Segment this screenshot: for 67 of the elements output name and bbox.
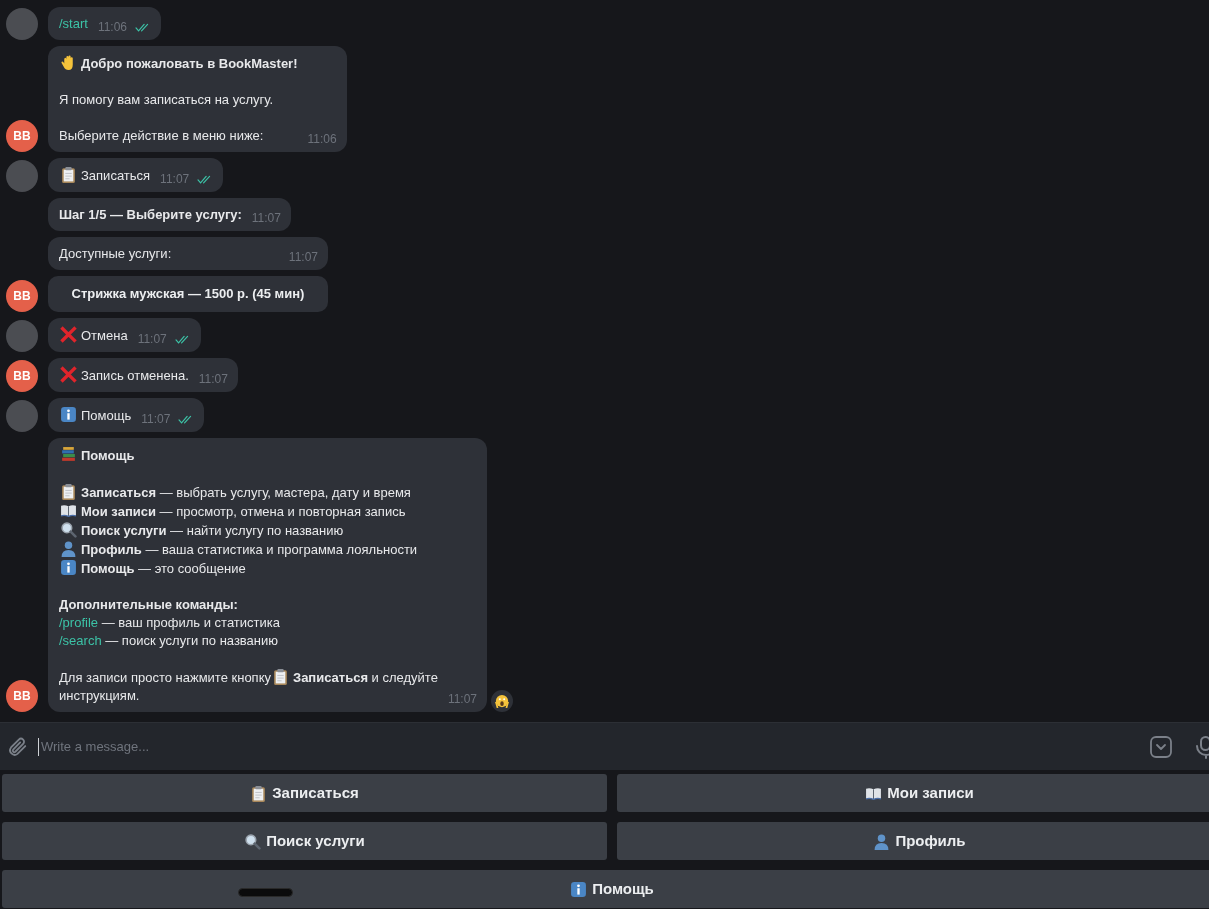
message-time: 11:07: [141, 411, 171, 428]
message-text: Запись отменена.: [81, 368, 189, 383]
message-text: Отмена: [81, 328, 128, 343]
cross-icon: [60, 366, 77, 383]
cross-icon: [60, 326, 77, 343]
message-text: Мои записи — просмотр, отмена и повторная запись: [81, 504, 406, 519]
message-text: Дополнительные команды:: [59, 597, 238, 612]
message-time: 11:06: [307, 131, 337, 148]
keyboard-button[interactable]: Поиск услуги: [2, 822, 607, 860]
message-text: — ваш профиль и статистика: [100, 615, 280, 630]
command-link[interactable]: /start: [59, 16, 88, 31]
message-text: Помощь: [81, 408, 132, 423]
message-text: Доступные услуги:: [59, 246, 172, 261]
keyboard-button[interactable]: Записаться: [2, 774, 607, 812]
message-text: Записаться: [81, 168, 151, 183]
clipboard-icon: [272, 668, 289, 685]
message-text: Записаться — выбрать услугу, мастера, дату и время: [81, 485, 411, 500]
command-link[interactable]: /search: [59, 633, 102, 648]
message-text: Выберите действие в меню ниже:: [59, 128, 264, 143]
message-text: Помощь: [81, 448, 135, 463]
message-time: 11:07: [160, 171, 190, 188]
info-icon: [60, 559, 77, 576]
message-text: Записаться и следуйте: [293, 670, 438, 685]
message-field[interactable]: Write a message...: [0, 722, 1209, 770]
clipboard-icon: [60, 166, 77, 183]
avatar-initials: BB: [6, 120, 38, 152]
magnifier-icon: [60, 521, 77, 538]
avatar-photo: [6, 320, 38, 352]
inline-keyboard-button[interactable]: Стрижка мужская — 1500 р. (45 мин): [48, 276, 328, 312]
message-input[interactable]: Write a message...: [38, 737, 1139, 756]
message-text: Профиль — ваша статистика и программа лояльности: [81, 542, 418, 557]
message-text: Помощь — это сообщение: [81, 561, 246, 576]
command-link[interactable]: /profile: [59, 615, 99, 630]
keyboard-button[interactable]: Профиль: [617, 822, 1209, 860]
avatar-initials: BB: [6, 280, 38, 312]
message-time: 11:07: [198, 371, 228, 388]
person-silhouette-icon: [873, 832, 891, 850]
open-book-icon: [60, 502, 77, 519]
avatar-photo: [6, 160, 38, 192]
keyboard-button[interactable]: Помощь: [2, 870, 1209, 908]
keyboard-button[interactable]: Мои записи: [617, 774, 1209, 812]
avatar-initials: BB: [6, 360, 38, 392]
message-time: 11:06: [97, 19, 128, 36]
clipboard-icon: [60, 483, 77, 500]
magnifier-icon: [244, 832, 262, 850]
sticker-icon[interactable]: [1149, 734, 1173, 759]
avatar-photo: [6, 400, 38, 432]
info-icon: [570, 880, 588, 898]
message-text: Поиск услуги — найти услугу по названию: [81, 523, 344, 538]
message-text: — поиск услуги по названию: [104, 633, 279, 648]
clipboard-icon: [250, 784, 268, 802]
message-text: Добро пожаловать в BookMaster!: [81, 56, 298, 71]
message-time: 11:07: [447, 691, 478, 708]
books-icon: [60, 446, 77, 463]
message-time: 11:07: [137, 331, 167, 348]
pill-shape: [238, 888, 293, 897]
message-time: 11:07: [288, 249, 318, 266]
message-text: Я помогу вам записаться на услугу.: [59, 92, 274, 107]
message-text: Для записи просто нажмите кнопку: [59, 670, 271, 685]
avatar-photo: [6, 8, 38, 40]
avatar-initials: BB: [6, 680, 38, 712]
person-silhouette-icon: [60, 540, 77, 557]
message-text: инструкциям.: [59, 688, 140, 703]
message-text: Шаг 1/5 — Выберите услугу:: [59, 207, 242, 222]
info-icon: [60, 406, 77, 423]
paperclip-icon[interactable]: [6, 735, 28, 758]
message-time: 11:07: [251, 210, 281, 227]
